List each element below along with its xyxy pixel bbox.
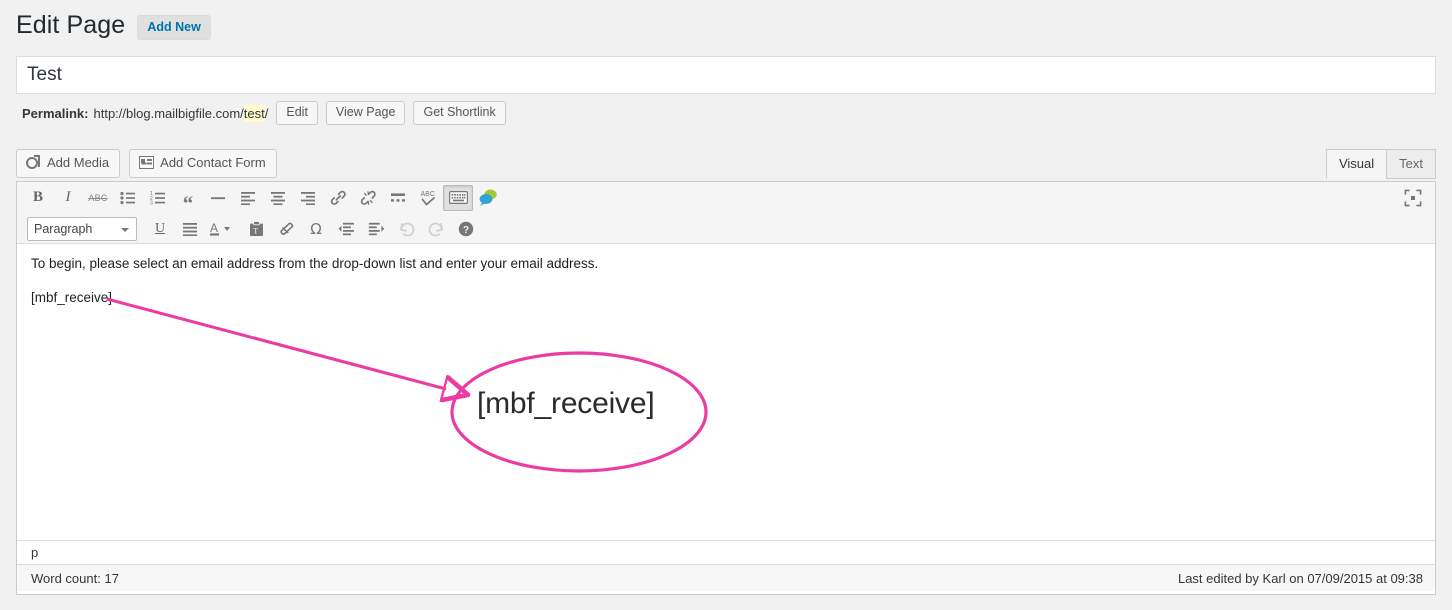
add-new-button[interactable]: Add New [137, 14, 211, 40]
editor-toolbar: B I ABC 1 2 3 “ ABC Paragraph U A T Ω ? [17, 182, 1435, 244]
add-media-button[interactable]: Add Media [16, 148, 121, 178]
strikethrough-icon[interactable]: ABC [83, 185, 113, 211]
view-page-button[interactable]: View Page [325, 101, 406, 125]
format-select-value: Paragraph [34, 221, 93, 236]
post-title-input[interactable]: Test [16, 56, 1436, 94]
media-buttons-bar: Add Media Add Contact Form Visual Text [16, 145, 1436, 181]
add-contact-form-label: Add Contact Form [160, 154, 266, 170]
chevron-down-icon [121, 227, 129, 232]
outdent-icon[interactable] [331, 216, 361, 242]
paste-as-text-icon[interactable]: T [241, 216, 271, 242]
toolbar-row-1: B I ABC 1 2 3 “ ABC [17, 182, 1435, 213]
toolbar-row-2: Paragraph U A T Ω ? [17, 213, 1435, 244]
spellcheck-icon[interactable]: ABC [413, 185, 443, 211]
permalink-label: Permalink: [22, 105, 89, 121]
indent-icon[interactable] [361, 216, 391, 242]
clear-formatting-icon[interactable] [271, 216, 301, 242]
post-title-value: Test [27, 64, 62, 85]
page-header: Edit Page Add New [16, 6, 211, 44]
insert-more-tag-icon[interactable] [383, 185, 413, 211]
get-shortlink-button[interactable]: Get Shortlink [413, 101, 506, 125]
edit-permalink-button[interactable]: Edit [276, 101, 318, 125]
horizontal-rule-icon[interactable] [203, 185, 233, 211]
numbered-list-icon[interactable]: 1 2 3 [143, 185, 173, 211]
italic-icon[interactable]: I [53, 185, 83, 211]
comment-bubble-icon[interactable] [473, 185, 503, 211]
element-path-value: p [31, 545, 39, 560]
align-right-icon[interactable] [293, 185, 323, 211]
format-select[interactable]: Paragraph [27, 216, 137, 241]
element-path-bar: p [17, 540, 1435, 564]
align-left-icon[interactable] [233, 185, 263, 211]
special-character-icon[interactable]: Ω [301, 216, 331, 242]
svg-text:T: T [253, 226, 258, 235]
content-paragraph-2: [mbf_receive] [31, 290, 113, 306]
editor-box: B I ABC 1 2 3 “ ABC Paragraph U A T Ω ? … [16, 181, 1436, 595]
tab-text[interactable]: Text [1386, 149, 1436, 179]
editor-content-area[interactable]: To begin, please select an email address… [17, 244, 1435, 540]
word-count: Word count: 17 [31, 570, 119, 586]
permalink-slug: test [243, 104, 265, 122]
undo-icon[interactable] [391, 216, 421, 242]
editor-mode-tabs: Visual Text [1325, 149, 1436, 179]
bold-icon[interactable]: B [23, 185, 53, 211]
blockquote-icon[interactable]: “ [173, 185, 203, 213]
permalink-row: Permalink: http://blog.mailbigfile.com/t… [22, 100, 506, 126]
add-media-icon [26, 155, 41, 170]
svg-text:A: A [210, 221, 218, 235]
permalink-url-prefix: http://blog.mailbigfile.com/ [93, 105, 244, 121]
permalink-url-suffix: / [264, 105, 269, 121]
svg-text:?: ? [463, 225, 469, 236]
text-color-icon[interactable]: A [205, 216, 241, 242]
redo-icon[interactable] [421, 216, 451, 242]
justify-icon[interactable] [175, 216, 205, 242]
underline-icon[interactable]: U [145, 216, 175, 242]
svg-text:ABC: ABC [421, 191, 435, 198]
insert-link-icon[interactable] [323, 185, 353, 211]
bullet-list-icon[interactable] [113, 185, 143, 211]
permalink-url[interactable]: http://blog.mailbigfile.com/test/ [93, 104, 269, 122]
add-media-label: Add Media [47, 154, 110, 170]
page-title: Edit Page [16, 11, 126, 39]
toggle-toolbar-icon[interactable] [443, 184, 473, 211]
tab-visual[interactable]: Visual [1325, 149, 1388, 179]
unlink-icon[interactable] [353, 185, 383, 211]
help-icon[interactable]: ? [451, 216, 481, 242]
editor-wrapper: Add Media Add Contact Form Visual Text B [16, 145, 1436, 595]
fullscreen-icon[interactable] [1401, 187, 1425, 209]
editor-status-bar: Word count: 17 Last edited by Karl on 07… [17, 564, 1435, 591]
add-contact-form-button[interactable]: Add Contact Form [129, 148, 277, 178]
align-center-icon[interactable] [263, 185, 293, 211]
last-edited-info: Last edited by Karl on 07/09/2015 at 09:… [1177, 570, 1423, 586]
contact-form-icon [139, 156, 155, 169]
content-paragraph-1: To begin, please select an email address… [31, 256, 599, 271]
wordpress-edit-page-screen: Edit Page Add New Test Permalink: http:/… [0, 0, 1452, 610]
svg-text:3: 3 [150, 200, 153, 204]
